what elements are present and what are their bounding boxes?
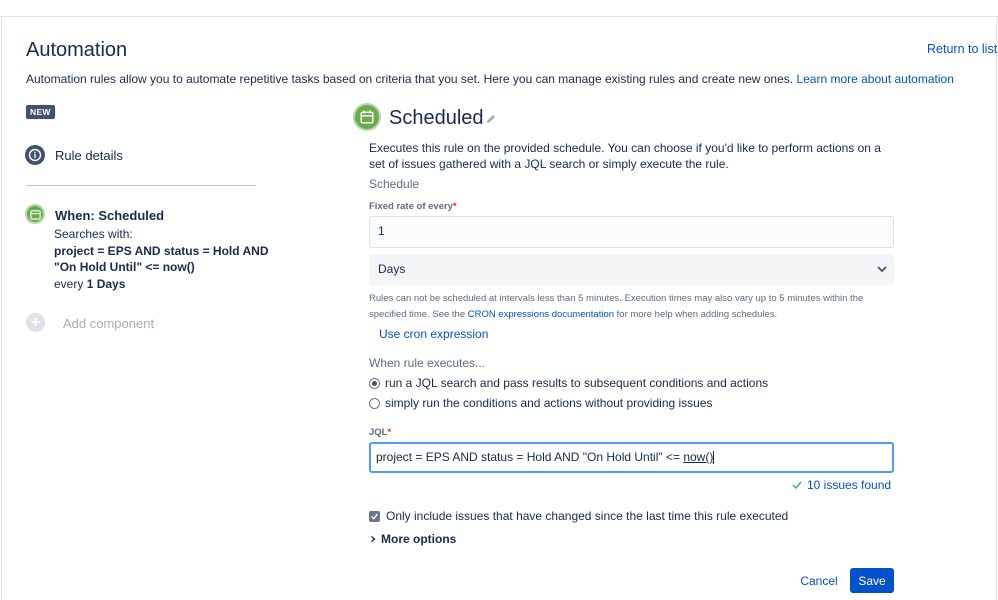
only-changed-checkbox-row[interactable]: Only include issues that have changed si…	[369, 509, 788, 523]
component-description: Executes this rule on the provided sched…	[369, 141, 881, 171]
when-executes-label: When rule executes...	[369, 356, 486, 370]
every-prefix: every	[54, 276, 84, 291]
learn-more-link[interactable]: Learn more about automation	[796, 72, 953, 86]
save-button[interactable]: Save	[850, 568, 894, 593]
every-value: 1 Days	[86, 276, 126, 291]
radio-simple-button[interactable]	[369, 397, 380, 409]
calendar-icon	[353, 103, 381, 131]
cancel-button[interactable]: Cancel	[795, 568, 843, 593]
jql-input[interactable]: project = EPS AND status = Hold AND "On …	[369, 442, 894, 473]
check-icon	[792, 481, 802, 490]
more-options-toggle[interactable]: More options	[369, 532, 456, 546]
only-changed-label: Only include issues that have changed si…	[386, 509, 789, 523]
required-marker: *	[387, 427, 392, 438]
jql-query-text: project = EPS AND status = Hold AND "On …	[376, 450, 684, 464]
jql-function-text: now()	[683, 450, 714, 464]
only-changed-checkbox[interactable]	[369, 510, 380, 522]
chevron-right-icon	[371, 535, 376, 543]
component-title: Scheduled	[389, 107, 484, 129]
help-text-2: for more help when adding schedules.	[616, 309, 778, 320]
fixed-rate-label-text: Fixed rate of every	[369, 201, 453, 212]
radio-jql-label: run a JQL search and pass results to sub…	[385, 376, 769, 390]
jql-label-text: JQL	[369, 427, 388, 438]
sidebar-divider	[26, 185, 256, 186]
trigger-frequency: every 1 Days	[54, 276, 269, 293]
schedule-help-text: Rules can not be scheduled at intervals …	[369, 291, 889, 323]
radio-simple-label: simply run the conditions and actions wi…	[385, 396, 713, 410]
new-badge: NEW	[26, 105, 55, 119]
add-component-button[interactable]: Add component	[63, 316, 154, 331]
radio-jql-button[interactable]	[369, 377, 380, 389]
more-options-label: More options	[381, 532, 457, 546]
issues-found-indicator[interactable]: 10 issues found	[792, 478, 891, 492]
interval-unit-value: Days	[378, 262, 406, 276]
add-icon[interactable]: +	[26, 313, 45, 332]
page-title: Automation	[26, 39, 128, 61]
trigger-title[interactable]: When: Scheduled	[55, 208, 164, 223]
searches-with-label: Searches with:	[54, 227, 133, 241]
right-border	[996, 16, 997, 600]
fixed-rate-input[interactable]: 1	[369, 216, 894, 248]
use-cron-expression-link[interactable]: Use cron expression	[379, 327, 488, 341]
schedule-label: Schedule	[369, 177, 420, 191]
radio-simple-run[interactable]: simply run the conditions and actions wi…	[369, 396, 713, 410]
pencil-icon[interactable]	[485, 113, 497, 125]
rule-details-link[interactable]: Rule details	[55, 148, 123, 163]
required-marker: *	[452, 201, 457, 212]
fixed-rate-label: Fixed rate of every*	[369, 201, 457, 212]
return-to-list-link[interactable]: Return to list	[927, 42, 997, 56]
text-caret	[713, 451, 715, 465]
trigger-summary: Searches with: project = EPS AND status …	[54, 226, 269, 292]
calendar-icon[interactable]	[25, 204, 45, 224]
chevron-down-icon	[877, 266, 887, 273]
checkmark-icon	[371, 513, 379, 520]
interval-unit-select[interactable]: Days	[369, 254, 894, 285]
radio-run-jql[interactable]: run a JQL search and pass results to sub…	[369, 376, 768, 390]
issues-found-text: 10 issues found	[807, 478, 892, 492]
description-text: Automation rules allow you to automate r…	[26, 72, 794, 86]
top-border	[0, 16, 998, 17]
jql-label: JQL*	[369, 427, 391, 438]
trigger-query: project = EPS AND status = Hold AND "On …	[54, 243, 269, 275]
page-description: Automation rules allow you to automate r…	[26, 72, 954, 86]
cron-docs-link[interactable]: CRON expressions documentation	[468, 309, 614, 320]
left-border	[1, 16, 2, 600]
info-icon[interactable]	[25, 145, 45, 165]
